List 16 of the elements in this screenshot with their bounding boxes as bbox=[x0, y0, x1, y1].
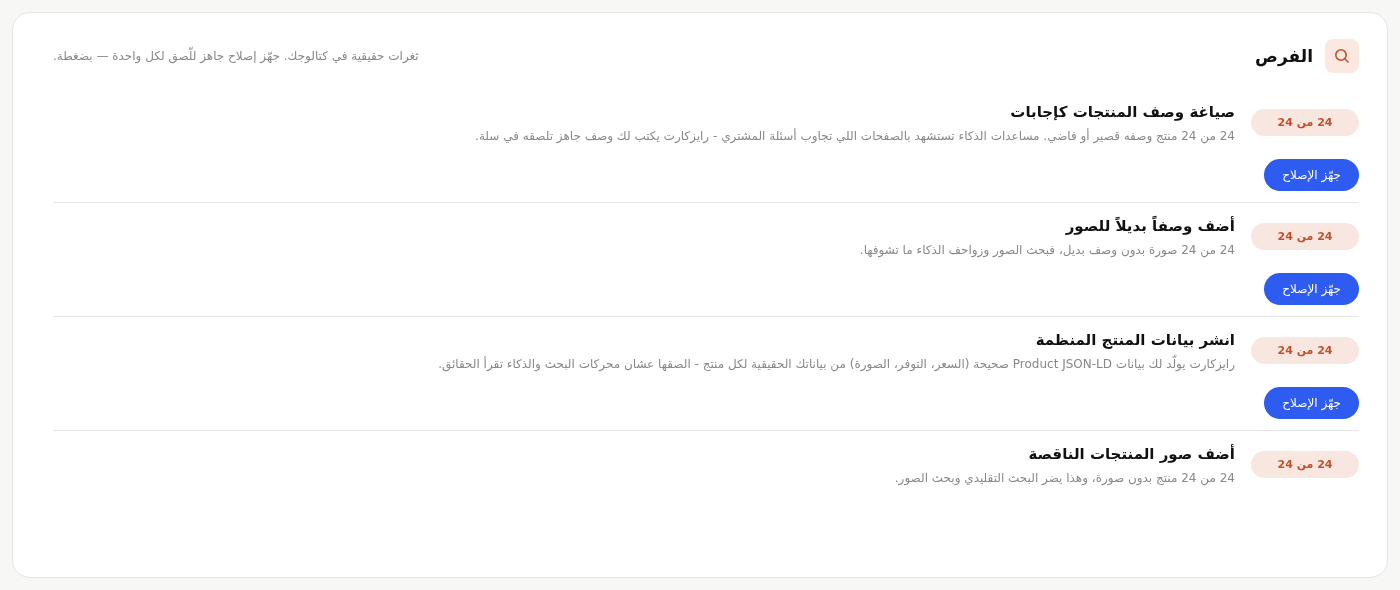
opportunity-description: 24 من 24 منتج بدون صورة، وهذا يضر البحث التقليدي وبحث الصور. bbox=[894, 471, 1235, 485]
count-badge: 24 من 24 bbox=[1251, 109, 1359, 136]
prepare-fix-button[interactable]: جهّز الإصلاح bbox=[1264, 273, 1359, 305]
opportunity-description: 24 من 24 منتج وصفه قصير أو فاضي. مساعدات الذكاء تستشهد بالصفحات اللي تجاوب أسئلة المشتري - رايزكارت يكتب لك وصف جاهز تلصقه في سلة. bbox=[475, 129, 1235, 143]
count-badge: 24 من 24 bbox=[1251, 451, 1359, 478]
opportunity-title: أضف وصفاً بديلاً للصور bbox=[1064, 217, 1235, 235]
opportunity-title: انشر بيانات المنتج المنظمة bbox=[1034, 331, 1235, 349]
count-badge: 24 من 24 bbox=[1251, 337, 1359, 364]
opportunity-title: صياغة وصف المنتجات كإجابات bbox=[1009, 103, 1235, 121]
opportunity-description: 24 من 24 صورة بدون وصف بديل، فبحث الصور وزواحف الذكاء ما تشوفها. bbox=[859, 243, 1235, 257]
opportunity-title: أضف صور المنتجات الناقصة bbox=[1027, 445, 1235, 463]
prepare-fix-button[interactable]: جهّز الإصلاح bbox=[1264, 387, 1359, 419]
section-title: الفرص bbox=[1255, 46, 1313, 66]
count-badge: 24 من 24 bbox=[1251, 223, 1359, 250]
search-icon bbox=[1325, 39, 1359, 73]
prepare-fix-button[interactable]: جهّز الإصلاح bbox=[1264, 159, 1359, 191]
